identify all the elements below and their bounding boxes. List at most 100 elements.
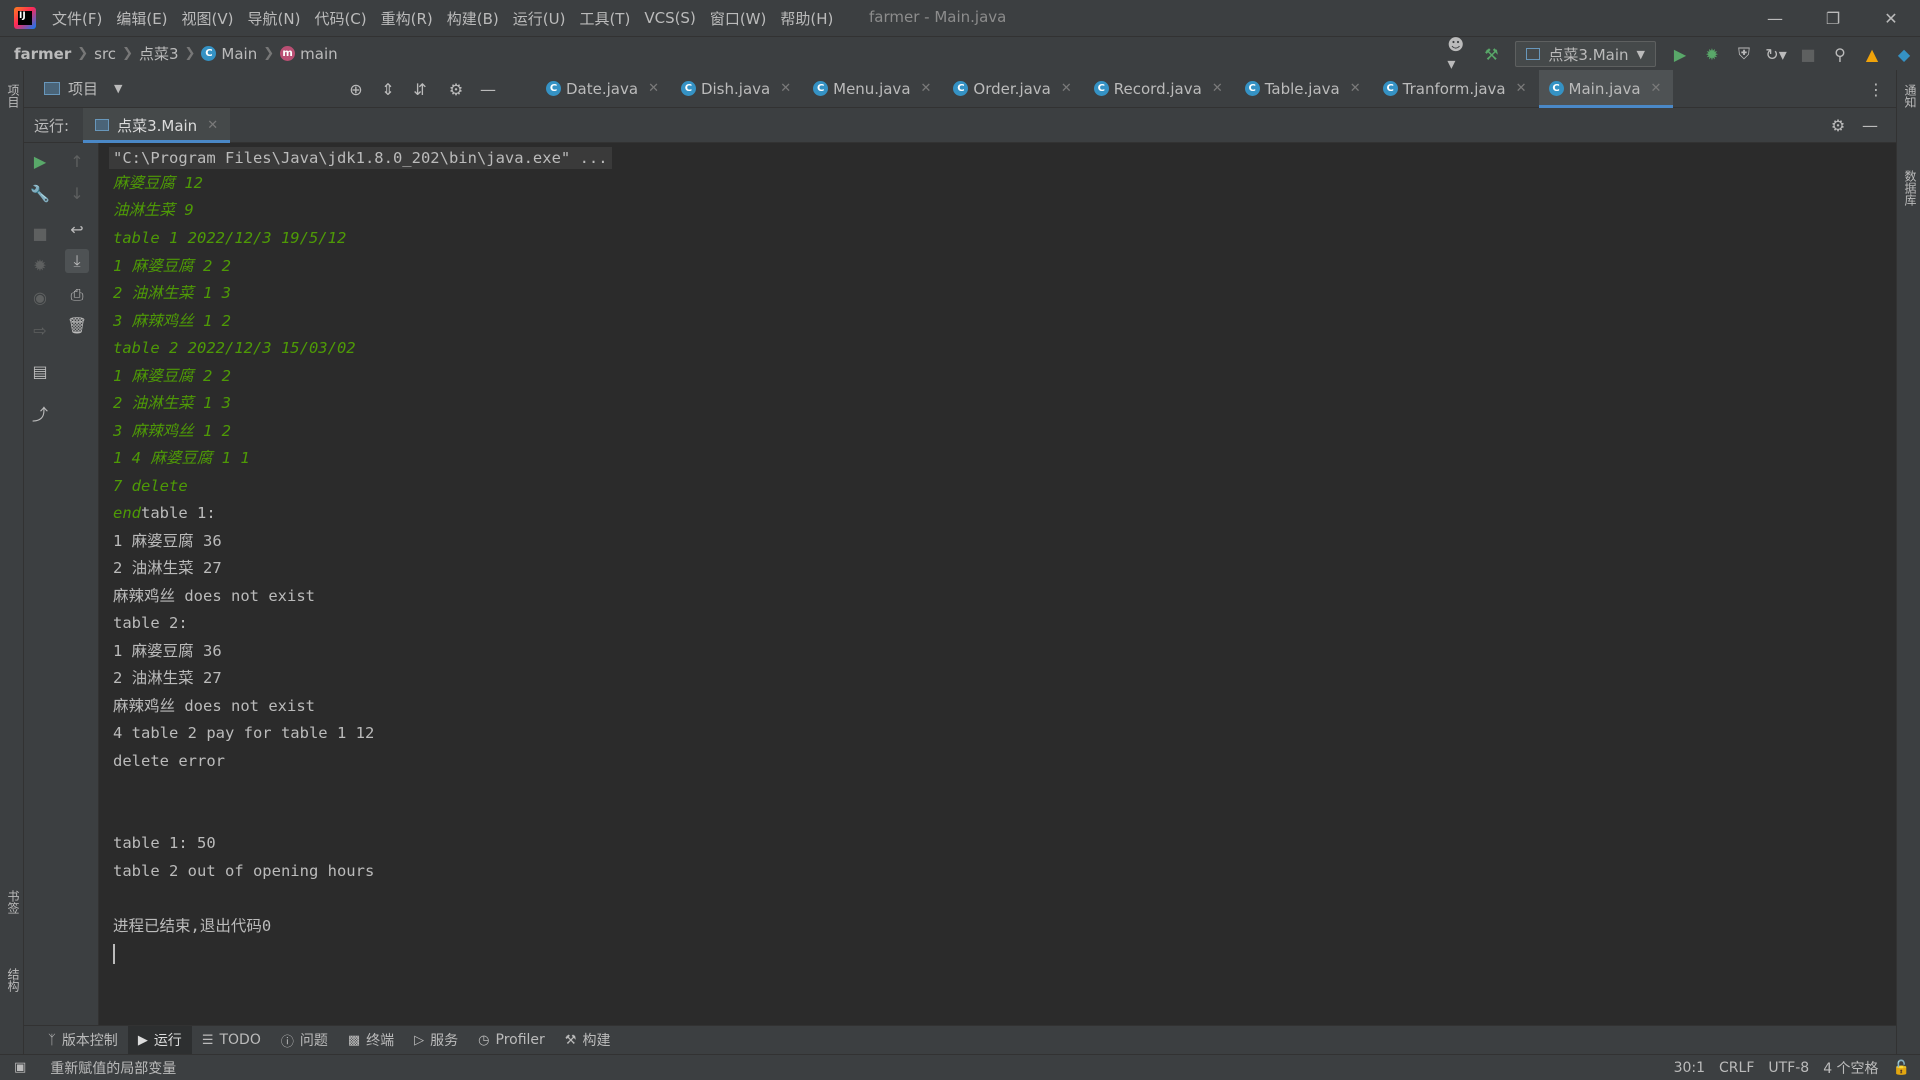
menu-build[interactable]: 构建(B) [447, 8, 499, 29]
menu-tools[interactable]: 工具(T) [579, 8, 630, 29]
close-icon[interactable]: ✕ [921, 81, 932, 96]
run-icon[interactable]: ▶ [1668, 42, 1692, 66]
menu-view[interactable]: 视图(V) [182, 8, 234, 29]
line-ending[interactable]: CRLF [1719, 1060, 1754, 1076]
tool-tab-todo[interactable]: ☰ TODO [192, 1026, 271, 1055]
run-tab-label: 点菜3.Main [117, 116, 198, 135]
indent-setting[interactable]: 4 个空格 [1823, 1058, 1878, 1078]
run-configuration-select[interactable]: 点菜3.Main ▼ [1515, 41, 1656, 67]
camera-icon[interactable]: ◉ [28, 285, 52, 309]
arrow-up-icon[interactable]: ↑ [65, 149, 89, 173]
close-icon[interactable]: ✕ [1350, 81, 1361, 96]
menu-code[interactable]: 代码(C) [314, 8, 366, 29]
class-icon: C [546, 81, 561, 96]
project-tool-tab[interactable]: 项目 [5, 84, 22, 108]
menu-window[interactable]: 窗口(W) [710, 8, 767, 29]
breadcrumb-src[interactable]: src [94, 45, 116, 63]
user-icon[interactable]: ☻▾ [1447, 35, 1471, 73]
restore-icon[interactable]: ❐ [1804, 0, 1862, 36]
close-icon[interactable]: ✕ [207, 118, 218, 133]
close-icon[interactable]: ✕ [780, 81, 791, 96]
locate-icon[interactable]: ⊕ [344, 77, 368, 101]
breadcrumb-separator-icon: ❯ [77, 46, 89, 61]
editor-tab[interactable]: C Date.java ✕ [536, 70, 671, 108]
run-configuration-label: 点菜3.Main [1548, 45, 1629, 64]
close-icon[interactable]: ✕ [1516, 81, 1527, 96]
menu-refactor[interactable]: 重构(R) [381, 8, 433, 29]
tool-tab-services[interactable]: ▷ 服务 [404, 1026, 468, 1055]
run-tab[interactable]: 点菜3.Main ✕ [83, 107, 231, 143]
caret-position[interactable]: 30:1 [1674, 1060, 1705, 1076]
editor-tab[interactable]: C Record.java ✕ [1084, 70, 1235, 108]
wrench-icon[interactable]: 🔧 [28, 181, 52, 205]
close-icon[interactable]: ✕ [1651, 81, 1662, 96]
breadcrumb-project[interactable]: farmer [14, 45, 71, 63]
stop-icon[interactable]: ■ [1796, 42, 1820, 66]
gear-icon[interactable]: ⚙ [444, 77, 468, 101]
menu-vcs[interactable]: VCS(S) [644, 9, 695, 27]
profile-icon[interactable]: ↻▾ [1764, 42, 1788, 66]
menu-navigate[interactable]: 导航(N) [248, 8, 301, 29]
menu-run[interactable]: 运行(U) [513, 8, 566, 29]
login-icon[interactable]: ⇨ [28, 318, 52, 342]
tool-tab-run[interactable]: ▶ 运行 [127, 1025, 192, 1055]
editor-tab[interactable]: C Order.java ✕ [943, 70, 1083, 108]
breadcrumb-package[interactable]: 点菜3 [139, 43, 179, 64]
scroll-to-end-icon[interactable]: ⤓ [65, 249, 89, 273]
tool-tab-build[interactable]: ⚒ 构建 [555, 1026, 621, 1055]
project-panel-tools: ⊕ ⇕ ⇵ ⚙ — [340, 70, 504, 108]
build-hammer-icon[interactable]: ⚒ [1479, 42, 1503, 66]
collapse-all-icon[interactable]: ⇵ [408, 77, 432, 101]
bookmarks-tool-tab[interactable]: 书签 [5, 890, 22, 914]
search-icon[interactable]: ⚲ [1828, 42, 1852, 66]
gear-icon[interactable]: ⚙ [1826, 114, 1850, 138]
close-icon[interactable]: ✕ [1862, 0, 1920, 36]
console-output-line: 2 油淋生菜 27 [113, 559, 222, 577]
lock-icon[interactable]: 🔓 [1893, 1060, 1910, 1076]
database-tool-tab[interactable]: 数据库 [1902, 170, 1919, 206]
editor-tab[interactable]: C Table.java ✕ [1235, 70, 1373, 108]
tool-tab-terminal[interactable]: ▩ 终端 [338, 1026, 404, 1055]
debug-icon[interactable]: ✹ [1700, 42, 1724, 66]
debug-icon[interactable]: ✹ [28, 253, 52, 277]
close-icon[interactable]: ✕ [1061, 81, 1072, 96]
layout-icon[interactable]: ▤ [28, 359, 52, 383]
close-icon[interactable]: ✕ [648, 81, 659, 96]
soft-wrap-icon[interactable]: ↩ [65, 217, 89, 241]
breadcrumb-method[interactable]: m main [280, 45, 338, 63]
stop-icon[interactable]: ■ [28, 221, 52, 245]
console-output-text: table 1: [141, 504, 216, 522]
editor-tab[interactable]: C Dish.java ✕ [671, 70, 803, 108]
editor-tab[interactable]: C Menu.java ✕ [803, 70, 943, 108]
menu-edit[interactable]: 编辑(E) [116, 8, 167, 29]
plugins-icon[interactable]: ◆ [1892, 42, 1916, 66]
tool-tab-vcs[interactable]: ᛉ 版本控制 [38, 1026, 128, 1055]
menu-file[interactable]: 文件(F) [52, 8, 102, 29]
console-output[interactable]: "C:\Program Files\Java\jdk1.8.0_202\bin\… [99, 143, 1896, 1025]
hide-icon[interactable]: — [476, 77, 500, 101]
editor-tab-active[interactable]: C Main.java ✕ [1538, 69, 1674, 108]
notifications-tool-tab[interactable]: 通知 [1902, 84, 1919, 108]
breadcrumb-class[interactable]: C Main [201, 45, 257, 63]
hide-icon[interactable]: — [1858, 114, 1882, 138]
pin-icon[interactable]: ⤴ [28, 401, 52, 425]
toggle-panels-icon[interactable]: ▣ [14, 1060, 26, 1075]
update-icon[interactable]: ▲ [1860, 42, 1884, 66]
console-input-prefix: end [113, 504, 141, 522]
menu-help[interactable]: 帮助(H) [780, 8, 833, 29]
trash-icon[interactable]: 🗑 [65, 313, 89, 337]
rerun-icon[interactable]: ▶ [28, 149, 52, 173]
tool-tab-profiler[interactable]: ◷ Profiler [468, 1026, 555, 1055]
editor-tab[interactable]: C Tranform.java ✕ [1373, 70, 1539, 108]
more-tabs-icon[interactable]: ⋮ [1868, 80, 1884, 99]
minimize-icon[interactable]: — [1746, 0, 1804, 36]
tool-tab-problems[interactable]: ⓘ 问题 [271, 1026, 338, 1055]
arrow-down-icon[interactable]: ↓ [65, 181, 89, 205]
intellij-logo-icon[interactable]: IJ [14, 7, 36, 29]
print-icon[interactable]: ⎙ [65, 283, 89, 307]
expand-all-icon[interactable]: ⇕ [376, 77, 400, 101]
coverage-icon[interactable]: ⛨ [1732, 42, 1756, 66]
file-encoding[interactable]: UTF-8 [1768, 1060, 1809, 1076]
close-icon[interactable]: ✕ [1212, 81, 1223, 96]
structure-tool-tab[interactable]: 结构 [5, 968, 22, 992]
